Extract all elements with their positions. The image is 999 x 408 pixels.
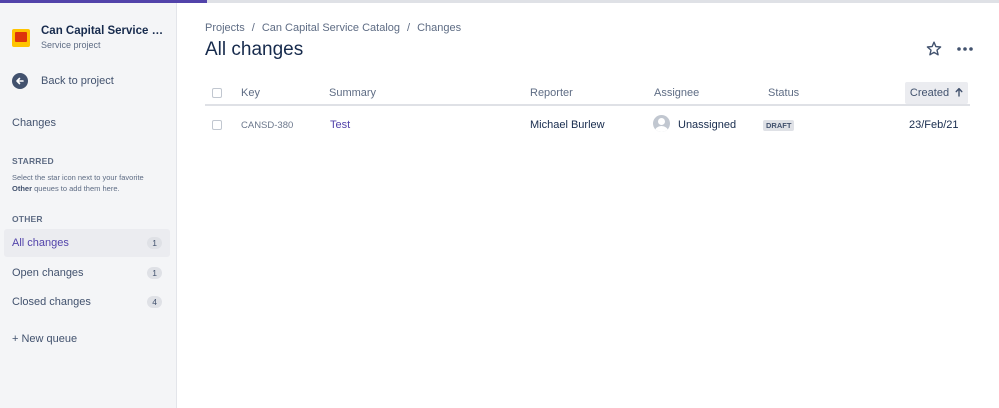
issue-created-date: 23/Feb/21 — [909, 119, 959, 131]
page-title: All changes — [205, 39, 304, 60]
sidebar-section-changes: Changes — [12, 117, 57, 129]
more-options-icon[interactable] — [955, 40, 975, 58]
column-header-created-label: Created — [909, 87, 950, 99]
queue-closed-changes[interactable]: Closed changes 4 — [4, 288, 170, 316]
starred-help-bold: Other — [12, 184, 33, 193]
starred-help-tail: queues to add them here. — [32, 184, 120, 193]
other-heading: OTHER — [12, 214, 43, 224]
starred-help-text: Select the star icon next to your favori… — [12, 172, 162, 194]
project-name: Can Capital Service Cata... — [41, 25, 166, 37]
back-to-project-label: Back to project — [41, 75, 114, 87]
queue-count-badge: 4 — [147, 296, 162, 308]
sidebar: Can Capital Service Cata... Service proj… — [0, 3, 177, 408]
breadcrumb-changes[interactable]: Changes — [417, 22, 461, 34]
starred-heading: STARRED — [12, 156, 54, 166]
star-icon[interactable] — [925, 40, 943, 58]
sort-ascending-icon — [955, 87, 963, 100]
project-header[interactable]: Can Capital Service Cata... Service proj… — [12, 24, 166, 50]
column-header-status[interactable]: Status — [768, 87, 799, 99]
back-to-project-link[interactable]: Back to project — [12, 73, 114, 89]
column-header-summary[interactable]: Summary — [329, 87, 376, 99]
issue-reporter: Michael Burlew — [530, 119, 605, 131]
breadcrumb-separator: / — [251, 22, 255, 34]
queue-open-changes[interactable]: Open changes 1 — [4, 259, 170, 287]
select-all-checkbox[interactable] — [212, 88, 222, 98]
column-header-reporter[interactable]: Reporter — [530, 87, 573, 99]
table-header: Key Summary Reporter Assignee Status Cre… — [205, 82, 970, 106]
new-queue-button[interactable]: + New queue — [12, 333, 77, 345]
queue-all-changes[interactable]: All changes 1 — [4, 229, 170, 257]
table-row[interactable]: CANSD-380 Test Michael Burlew Unassigned… — [205, 108, 970, 142]
project-logo-icon — [12, 29, 30, 47]
queue-label: Open changes — [12, 267, 84, 279]
queue-label: Closed changes — [12, 296, 91, 308]
issue-assignee: Unassigned — [678, 119, 737, 131]
breadcrumb-projects[interactable]: Projects — [205, 22, 245, 34]
column-header-created[interactable]: Created — [905, 82, 968, 104]
back-arrow-icon — [12, 73, 28, 89]
breadcrumb-project[interactable]: Can Capital Service Catalog — [262, 22, 400, 34]
breadcrumb: Projects / Can Capital Service Catalog /… — [205, 22, 461, 34]
queue-label: All changes — [12, 237, 69, 249]
starred-help-line: Select the star icon next to your favori… — [12, 173, 144, 182]
unassigned-avatar-icon — [653, 115, 670, 132]
issue-key[interactable]: CANSD-380 — [241, 120, 293, 131]
column-header-assignee[interactable]: Assignee — [654, 87, 699, 99]
queue-count-badge: 1 — [147, 267, 162, 279]
row-checkbox[interactable] — [212, 120, 222, 130]
project-type: Service project — [41, 40, 101, 50]
breadcrumb-separator: / — [407, 22, 411, 34]
column-header-key[interactable]: Key — [241, 87, 260, 99]
status-badge: DRAFT — [763, 120, 795, 131]
issue-summary-link[interactable]: Test — [330, 119, 350, 131]
queue-count-badge: 1 — [147, 237, 162, 249]
